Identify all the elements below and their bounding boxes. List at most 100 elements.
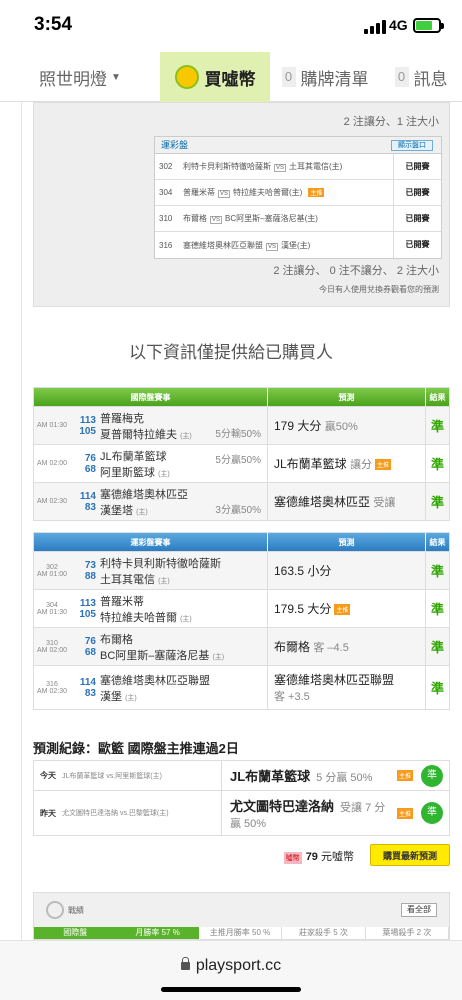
home-team: 特拉維夫哈普爾(主): [233, 188, 303, 197]
away-team: 普羅梅克: [100, 412, 144, 425]
game-clock: AM 01:00: [37, 570, 67, 578]
record-title: 預測紀錄：歐籃 國際盤主推連過2日: [33, 741, 239, 756]
vs-icon: VS: [218, 190, 231, 198]
intl-prediction-table: 國際盤賽事 預測 結果 AM 01:30 113 105 普羅梅克 夏普爾特拉維夫…: [33, 387, 450, 521]
nav-buy-coins-label: 買噓幣: [204, 69, 256, 89]
tab-monthly-rate[interactable]: 月勝率 57 %: [116, 927, 199, 939]
top-nav: 照世明燈 ▼ 買噓幣 0 購牌清單 0 訊息: [0, 52, 462, 102]
record-pick: JL布蘭革籃球 5 分贏 50%: [222, 766, 394, 785]
table-row: 302 AM 01:00 73 88 利特卡貝利斯特徹哈薩斯 土耳其電信 (主) 1…: [34, 551, 449, 589]
away-team: 塞德維塔奧林匹亞聯盟: [100, 674, 210, 687]
prediction: 塞德維塔奧林匹亞聯盟客 +3.5: [268, 666, 426, 709]
home-team: 漢堡塔: [100, 504, 133, 517]
correct-icon: 準: [421, 802, 443, 824]
home-team: 特拉維夫哈普爾: [100, 611, 177, 624]
result: 準: [430, 495, 444, 510]
result: 準: [430, 602, 444, 617]
vs-icon: VS: [210, 216, 223, 224]
game-clock: AM 01:30: [37, 608, 67, 616]
game-teams: 普羅米蒂 VS 特拉維夫哈普爾(主) 主推: [183, 187, 393, 198]
away-team: 塞德維塔奧林匹亞: [100, 488, 188, 501]
show-line-button[interactable]: 顯示盤口: [391, 140, 433, 151]
home-team: 漢堡: [100, 690, 122, 703]
main-pick-badge: 主推: [334, 604, 351, 616]
game-time: AM 02:00: [37, 460, 67, 467]
redeem-note: 今日有人使用兌換券觀看您的預測: [319, 285, 439, 294]
tab-main-rate[interactable]: 主推月勝率 50 %: [198, 927, 283, 939]
nav-messages[interactable]: 0 訊息: [380, 52, 462, 102]
record-game: JL布蘭革籃球 vs.阿里斯籃球(主): [62, 761, 222, 790]
tab-intl[interactable]: 國際盤: [34, 927, 117, 939]
table-header: 運彩盤賽事 預測 結果: [34, 533, 449, 551]
away-team: 利特卡貝利斯特徹哈薩斯: [183, 162, 271, 171]
game-number: 302: [46, 563, 58, 571]
nav-lights[interactable]: 照世明燈 ▼: [0, 52, 160, 102]
lottery-prediction-table: 運彩盤賽事 預測 結果 302 AM 01:00 73 88 利特卡貝利斯特徹哈薩斯…: [33, 532, 450, 710]
home-marker: (主): [212, 653, 225, 661]
tab-bookie-killer[interactable]: 莊家殺手 5 次: [282, 927, 366, 939]
away-score: 76: [84, 452, 96, 464]
game-clock: AM 02:30: [37, 687, 67, 695]
home-team: 夏普爾特拉維夫: [100, 428, 177, 441]
game-status: 已開賽: [393, 232, 441, 258]
game-clock: AM 02:00: [37, 646, 67, 654]
table-row: 310 AM 02:00 76 68 布爾格 BC阿里斯–塞薩洛尼基 (主) 布爾格…: [34, 627, 449, 665]
prediction-detail: 贏50%: [324, 421, 358, 433]
coin-icon: [174, 65, 199, 89]
home-score: 68: [84, 463, 96, 475]
game-number: 304: [46, 601, 58, 609]
prediction-detail: 客 +3.5: [274, 691, 310, 703]
record-day: 今天: [40, 771, 56, 780]
game-teams: 塞德維塔奧林匹亞聯盟 VS 漢堡(主): [183, 240, 393, 251]
col-result: 結果: [426, 533, 449, 551]
buy-latest-button[interactable]: 購買最新預測: [370, 844, 450, 866]
table-row: AM 02:00 76 68 JL布蘭革籃球 阿里斯籃球 (主) 5分贏50% J…: [34, 444, 449, 482]
col-game: 國際盤賽事: [34, 388, 268, 406]
main-pick-badge: 主推: [308, 188, 325, 197]
away-score: 114: [79, 490, 96, 502]
away-team: 普羅米蒂: [183, 188, 215, 197]
away-team: 利特卡貝利斯特徹哈薩斯: [100, 557, 221, 570]
table-row: 316 塞德維塔奧林匹亞聯盟 VS 漢堡(主) 已開賽: [155, 232, 441, 258]
lottery-preview-table: 運彩盤 顯示盤口 302 利特卡貝利斯特徹哈薩斯 VS 土耳其電信(主) 已開賽 3…: [154, 136, 442, 259]
game-status: 已開賽: [393, 205, 441, 232]
nav-buy-coins[interactable]: 買噓幣: [160, 52, 270, 102]
prediction: 塞德維塔奧林匹亞 受讓: [268, 483, 426, 520]
record-day: 昨天: [40, 808, 56, 818]
nav-purchase-list[interactable]: 0 購牌清單: [270, 52, 380, 102]
nav-lights-label: 照世明燈: [39, 69, 108, 89]
prediction-detail: 客 –4.5: [313, 642, 349, 654]
main-pick-badge: 主推: [396, 807, 413, 819]
game-time: AM 02:30: [37, 498, 67, 505]
main-pick-badge: 主推: [375, 459, 392, 471]
view-all-button[interactable]: 看全部: [401, 903, 437, 917]
col-game: 運彩盤賽事: [34, 533, 268, 551]
game-teams: 利特卡貝利斯特徹哈薩斯 VS 土耳其電信(主): [183, 161, 393, 172]
prediction-pick: 塞德維塔奧林匹亞聯盟: [274, 673, 395, 687]
purchase-bar: 噓幣 79 元噓幣 購買最新預測: [33, 844, 450, 868]
teams: 塞德維塔奧林匹亞 漢堡塔 (主) 3分贏50%: [100, 483, 268, 520]
prediction-pick: 布爾格: [274, 640, 311, 654]
result: 準: [430, 640, 444, 655]
home-team: 土耳其電信(主): [289, 162, 343, 171]
record-row: 今天 JL布蘭革籃球 vs.阿里斯籃球(主) JL布蘭革籃球 5 分贏 50% 主…: [34, 761, 449, 791]
game-time: 304 AM 01:30: [34, 590, 70, 627]
tab-field-killer[interactable]: 葉場殺手 2 次: [365, 927, 450, 939]
signal-icon: [364, 20, 386, 34]
away-team: 布爾格: [183, 214, 207, 223]
game-time: 302 AM 01:00: [34, 552, 70, 589]
section-title: 以下資訊僅提供給已購買人: [129, 343, 333, 362]
prediction: 布爾格 客 –4.5: [268, 628, 426, 665]
home-score: 83: [84, 501, 96, 513]
table-row: 304 普羅米蒂 VS 特拉維夫哈普爾(主) 主推 已開賽: [155, 179, 441, 206]
home-team: BC阿里斯–塞薩洛尼基(主): [225, 214, 318, 223]
game-number: 316: [159, 240, 173, 250]
home-score: 88: [84, 570, 96, 582]
record-pick-detail: 5 分贏 50%: [316, 772, 373, 784]
home-team: BC阿里斯–塞薩洛尼基: [100, 649, 210, 662]
chevron-down-icon: ▼: [111, 71, 121, 83]
prediction-pick: 179.5 大分: [274, 602, 332, 616]
url-text: playsport.cc: [195, 957, 282, 974]
home-indicator[interactable]: [161, 987, 301, 992]
game-number: 310: [46, 639, 58, 647]
